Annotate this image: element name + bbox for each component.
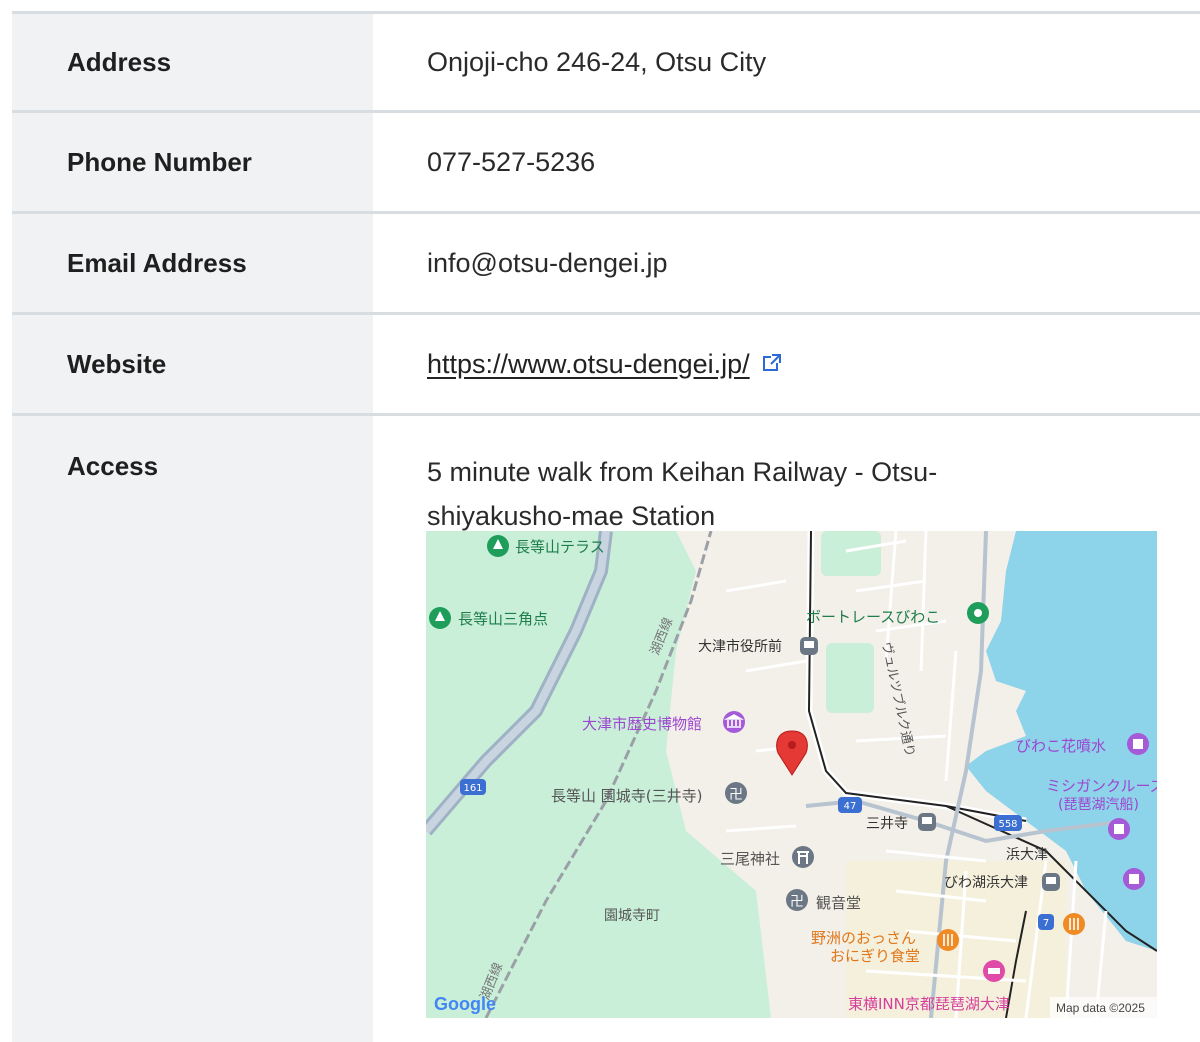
temple-icon[interactable]: 卍: [786, 889, 808, 911]
route-shield-161: 161: [460, 779, 486, 795]
website-link[interactable]: https://www.otsu-dengei.jp/: [427, 349, 750, 380]
poi-label: 東横INN京都琵琶湖大津: [848, 995, 1010, 1013]
poi-label: 三尾神社: [720, 850, 780, 868]
email-value: info@otsu-dengei.jp: [427, 247, 668, 278]
email-label: Email Address: [12, 214, 373, 312]
park-icon[interactable]: [487, 535, 509, 557]
station-icon[interactable]: [918, 813, 936, 831]
svg-text:卍: 卍: [790, 894, 804, 910]
phone-value: 077-527-5236: [427, 146, 596, 177]
access-value: 5 minute walk from Keihan Railway - Otsu…: [427, 457, 938, 531]
poi-label: ボートレースびわこ: [806, 608, 940, 626]
poi-label: 長等山 園城寺(三井寺): [551, 787, 702, 805]
poi-label: 長等山テラス: [515, 538, 605, 556]
map-attribution[interactable]: Map data ©2025: [1056, 1001, 1145, 1015]
svg-text:Google: Google: [434, 994, 496, 1014]
hotel-icon[interactable]: [983, 960, 1005, 982]
area-label: 園城寺町: [604, 908, 660, 924]
map-pin-icon[interactable]: [776, 730, 808, 776]
route-shield-47: 47: [838, 797, 862, 813]
svg-text:7: 7: [1043, 918, 1049, 929]
access-label: Access: [12, 416, 373, 1042]
station-icon[interactable]: [800, 637, 818, 655]
station-icon[interactable]: [1042, 873, 1060, 891]
poi-label: おにぎり食堂: [830, 947, 920, 965]
poi-label: びわこ花噴水: [1016, 737, 1106, 755]
park-area: [821, 531, 881, 576]
svg-text:卍: 卍: [729, 787, 743, 803]
address-value: Onjoji-cho 246-24, Otsu City: [427, 46, 767, 77]
attraction-icon[interactable]: [1123, 868, 1145, 890]
attraction-icon[interactable]: [1108, 818, 1130, 840]
temple-icon[interactable]: 卍: [725, 782, 747, 804]
poi-label: 大津市役所前: [698, 638, 782, 655]
poi-label: ミシガンクルーズ: [1046, 777, 1157, 795]
restaurant-icon[interactable]: [1063, 913, 1085, 935]
park-area: [826, 643, 874, 713]
poi-label: 三井寺: [866, 816, 908, 832]
poi-label: 野洲のおっさん: [811, 929, 916, 947]
poi-label: 観音堂: [816, 894, 861, 912]
phone-label: Phone Number: [12, 113, 373, 211]
poi-label: 長等山三角点: [458, 610, 548, 628]
shrine-icon[interactable]: [792, 846, 814, 868]
restaurant-icon[interactable]: [937, 929, 959, 951]
poi-label: (琵琶湖汽船): [1058, 797, 1139, 813]
route-shield-7: 7: [1038, 914, 1054, 930]
poi-label: 浜大津: [1006, 847, 1048, 863]
table-row: Email Address info@otsu-dengei.jp: [12, 214, 1200, 315]
external-link-icon[interactable]: [762, 349, 782, 380]
google-logo[interactable]: Google: [434, 994, 496, 1014]
poi-label: びわ湖浜大津: [944, 875, 1028, 891]
table-row: Address Onjoji-cho 246-24, Otsu City: [12, 14, 1200, 113]
address-label: Address: [12, 14, 373, 110]
attraction-icon[interactable]: [1127, 733, 1149, 755]
park-icon[interactable]: [429, 607, 451, 629]
attraction-icon[interactable]: [967, 602, 989, 624]
table-row: Phone Number 077-527-5236: [12, 113, 1200, 214]
google-map[interactable]: 161 47 558 7 湖西線 湖西線 ヴュルツブルク通り 長等山テラス 長等…: [426, 531, 1157, 1018]
website-label: Website: [12, 315, 373, 413]
route-shield-558: 558: [994, 815, 1022, 831]
svg-text:558: 558: [998, 819, 1017, 830]
svg-text:161: 161: [463, 783, 482, 794]
svg-text:47: 47: [844, 801, 857, 812]
table-row: Website https://www.otsu-dengei.jp/: [12, 315, 1200, 416]
museum-icon[interactable]: [723, 711, 745, 733]
poi-label: 大津市歴史博物館: [582, 715, 702, 733]
